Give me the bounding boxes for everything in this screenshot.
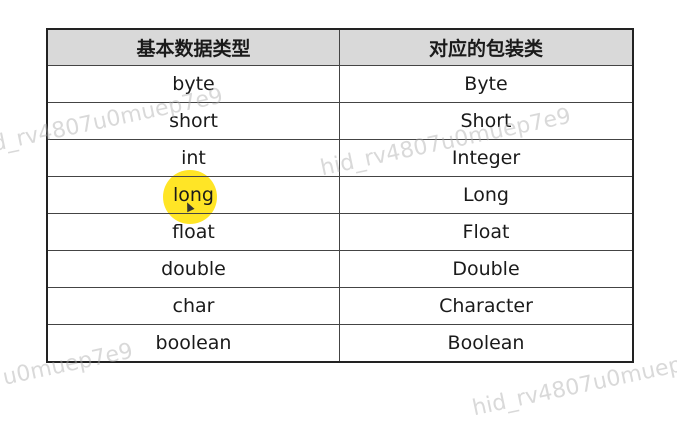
primitive-type-cell: double (46, 250, 340, 288)
wrapper-class-cell: Integer (339, 139, 634, 177)
table-row: float Float (46, 213, 634, 251)
wrapper-class-cell: Boolean (339, 324, 634, 363)
primitive-type-cell: float (46, 213, 340, 251)
primitive-type-cell: char (46, 287, 340, 325)
wrapper-class-cell: Double (339, 250, 634, 288)
header-primitive-type: 基本数据类型 (46, 28, 340, 66)
primitive-type-cell: short (46, 102, 340, 140)
wrapper-class-cell: Byte (339, 65, 634, 103)
wrapper-class-table: 基本数据类型 对应的包装类 byte Byte short Short int Integ… (46, 28, 634, 363)
table-header-row: 基本数据类型 对应的包装类 (46, 28, 634, 66)
primitive-type-cell: boolean (46, 324, 340, 363)
primitive-type-cell: int (46, 139, 340, 177)
primitive-type-cell: byte (46, 65, 340, 103)
wrapper-class-cell: Character (339, 287, 634, 325)
table-row: short Short (46, 102, 634, 140)
table-row: long Long (46, 176, 634, 214)
header-wrapper-class: 对应的包装类 (339, 28, 634, 66)
table-row: byte Byte (46, 65, 634, 103)
table-row: boolean Boolean (46, 324, 634, 363)
table-row: char Character (46, 287, 634, 325)
table-row: int Integer (46, 139, 634, 177)
table-row: double Double (46, 250, 634, 288)
wrapper-class-cell: Long (339, 176, 634, 214)
wrapper-class-cell: Float (339, 213, 634, 251)
wrapper-class-cell: Short (339, 102, 634, 140)
